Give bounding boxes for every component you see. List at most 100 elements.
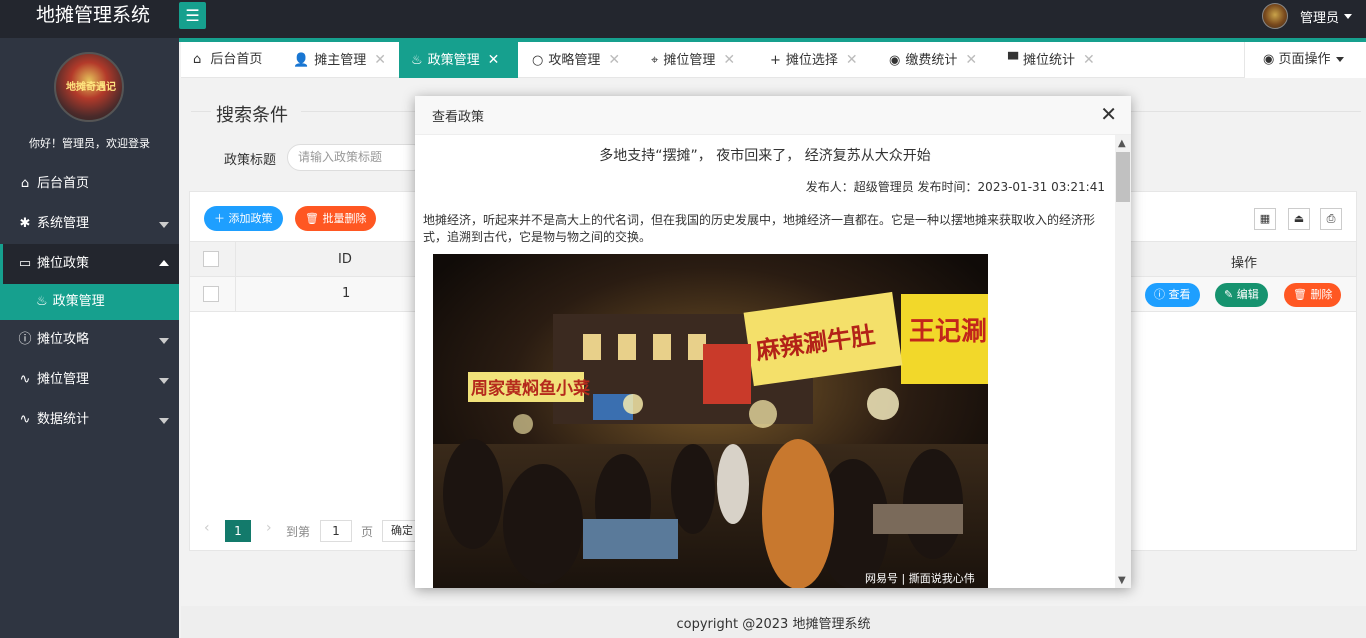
menu-toggle-button[interactable]: ☰ [179, 2, 206, 29]
article-text: 地摊经济，听起来并不是高大上的代名词，但在我国的历史发展中，地摊经济一直都在。它… [423, 213, 1096, 244]
night-market-photo: 王记涮 麻辣涮牛肚 周家黄焖鱼小菜 网易号 | 撕面说我心伟 [433, 254, 988, 588]
sidebar-item-label: 摊位管理 [37, 372, 90, 387]
add-policy-button[interactable]: ＋ 添加政策 [204, 206, 283, 231]
target-icon: ◉ [1263, 52, 1275, 67]
user-menu[interactable]: 管理员 [1261, 3, 1352, 29]
tab-select[interactable]: + 摊位选择 ✕ [770, 42, 858, 78]
pulse-icon: ∿ [19, 372, 31, 387]
tab-label: 摊主管理 [314, 53, 367, 68]
row-checkbox[interactable] [203, 286, 219, 302]
tab-owner[interactable]: 👤 摊主管理 ✕ [293, 42, 386, 78]
close-icon[interactable]: ✕ [846, 52, 858, 68]
sidebar-item-system[interactable]: ✱ 系统管理 [0, 204, 179, 244]
divider [235, 277, 236, 311]
search-input[interactable]: 请输入政策标题 [287, 144, 427, 171]
hamburger-icon: ☰ [185, 6, 200, 25]
sidebar-item-stats[interactable]: ∿ 数据统计 [0, 400, 179, 440]
chevron-up-icon [159, 260, 169, 266]
sidebar-item-label: 政策管理 [52, 294, 105, 309]
modal-title: 查看政策 [432, 110, 485, 125]
search-label: 政策标题 [224, 153, 277, 168]
page-ops-dropdown[interactable]: ◉ 页面操作 [1244, 42, 1366, 78]
chevron-down-icon [1344, 13, 1352, 19]
tab-bar: ⌂ 后台首页 👤 摊主管理 ✕ ♨ 政策管理 ✕ ○ 攻略管理 ✕ ⌖ 摊位管理 ✕ + 摊位选择… [181, 42, 1366, 78]
sidebar-item-stall[interactable]: ∿ 摊位管理 [0, 360, 179, 400]
sidebar-item-home[interactable]: ⌂ 后台首页 [0, 164, 179, 204]
chevron-down-icon [159, 222, 169, 228]
user-name: 管理员 [1299, 10, 1339, 26]
button-label: 查看 [1168, 288, 1191, 301]
close-icon[interactable]: ✕ [965, 52, 977, 68]
location-icon: ⌖ [651, 53, 659, 68]
chevron-left-icon[interactable]: ‹ [204, 520, 210, 536]
export-icon[interactable]: ⏏ [1288, 208, 1310, 230]
button-label: 批量删除 [322, 212, 367, 225]
window-icon: ▭ [18, 256, 32, 271]
gear-icon: ✱ [19, 216, 31, 231]
sidebar: 地摊奇遇记 你好！管理员，欢迎登录 ⌂ 后台首页 ✱ 系统管理 ▭ 摊位政策 ♨ 政策管… [0, 38, 179, 638]
record-icon: ◉ [889, 53, 901, 68]
modal-scrollbar[interactable]: ▲ ▼ [1115, 135, 1131, 588]
sidebar-item-label: 后台首页 [37, 176, 90, 191]
batch-delete-button[interactable]: 🗑 批量删除 [295, 206, 377, 231]
print-icon[interactable]: ⎙ [1320, 208, 1342, 230]
photo-drawing: 王记涮 麻辣涮牛肚 周家黄焖鱼小菜 网易号 | 撕面说我心伟 [433, 254, 988, 588]
scroll-down-icon[interactable]: ▼ [1118, 575, 1126, 586]
close-icon[interactable]: ✕ [488, 52, 500, 68]
sidebar-nav: ⌂ 后台首页 ✱ 系统管理 ▭ 摊位政策 ♨ 政策管理 ⓘ 摊位攻略 ∿ 摊位管理 ∿ 数据统… [0, 164, 179, 440]
close-icon[interactable]: ✕ [723, 52, 735, 68]
chevron-down-icon [159, 338, 169, 344]
edit-button[interactable]: ✎ 编辑 [1215, 283, 1268, 307]
article-title: 多地支持“摆摊”， 夜市回来了， 经济复苏从大众开始 [599, 148, 931, 164]
chevron-down-icon [159, 418, 169, 424]
view-button[interactable]: ⓘ 查看 [1145, 283, 1200, 307]
circle-icon: ○ [532, 53, 544, 68]
trash-icon: 🗑 [305, 212, 319, 225]
tab-label: 摊位管理 [663, 53, 716, 68]
sidebar-item-guide[interactable]: ⓘ 摊位攻略 [0, 320, 179, 360]
select-all-checkbox[interactable] [203, 251, 219, 267]
tab-stall[interactable]: ⌖ 摊位管理 ✕ [651, 42, 735, 78]
cell-id: 1 [342, 286, 351, 301]
info-icon: ⓘ [18, 332, 32, 347]
sign-text: 王记涮 [909, 317, 987, 347]
home-icon: ⌂ [20, 176, 30, 191]
scroll-thumb[interactable] [1116, 152, 1130, 202]
tab-label: 攻略管理 [548, 53, 601, 68]
columns-icon[interactable]: ▦ [1254, 208, 1276, 230]
divider [235, 242, 236, 276]
tab-label: 后台首页 [210, 52, 263, 67]
sidebar-item-label: 摊位攻略 [37, 332, 90, 347]
close-icon[interactable]: ✕ [1083, 52, 1095, 68]
page-current[interactable]: 1 [225, 520, 251, 542]
sidebar-subitem-policy-manage[interactable]: ♨ 政策管理 [0, 284, 179, 320]
tab-payment[interactable]: ◉ 缴费统计 ✕ [889, 42, 977, 78]
chevron-right-icon[interactable]: › [266, 520, 272, 536]
goto-page-input[interactable]: 1 [320, 520, 352, 542]
page-label: 页 [361, 525, 374, 539]
close-icon[interactable]: ✕ [608, 52, 620, 68]
tab-label: 政策管理 [427, 53, 480, 68]
tab-stall-stats[interactable]: ▀ 摊位统计 ✕ [1008, 42, 1095, 78]
tab-home[interactable]: ⌂ 后台首页 [193, 42, 262, 78]
delete-button[interactable]: 🗑 删除 [1284, 283, 1342, 307]
close-icon[interactable]: ✕ [1100, 102, 1117, 126]
home-icon: ⌂ [193, 52, 202, 67]
plus-icon: ＋ [214, 212, 225, 225]
scroll-up-icon[interactable]: ▲ [1118, 138, 1126, 149]
tab-guide[interactable]: ○ 攻略管理 ✕ [532, 42, 620, 78]
trash-icon: 🗑 [1293, 288, 1307, 301]
welcome-text: 你好！管理员，欢迎登录 [29, 137, 150, 150]
top-header: 地摊管理系统 ☰ 管理员 [0, 0, 1366, 38]
footer: copyright @2023 地摊管理系统 [181, 606, 1366, 638]
goto-label: 到第 [286, 525, 311, 539]
tab-policy[interactable]: ♨ 政策管理 ✕ [399, 42, 518, 78]
sidebar-item-policy[interactable]: ▭ 摊位政策 [0, 244, 179, 284]
chevron-down-icon [159, 378, 169, 384]
monitor-icon: ▀ [1008, 53, 1018, 68]
close-icon[interactable]: ✕ [374, 52, 386, 68]
avatar-logo-text: 地摊奇遇记 [66, 82, 116, 93]
pulse-icon: ∿ [19, 412, 31, 427]
article-meta: 发布人：超级管理员 发布时间：2023-01-31 03:21:41 [805, 180, 1105, 194]
sidebar-item-label: 摊位政策 [37, 256, 90, 271]
